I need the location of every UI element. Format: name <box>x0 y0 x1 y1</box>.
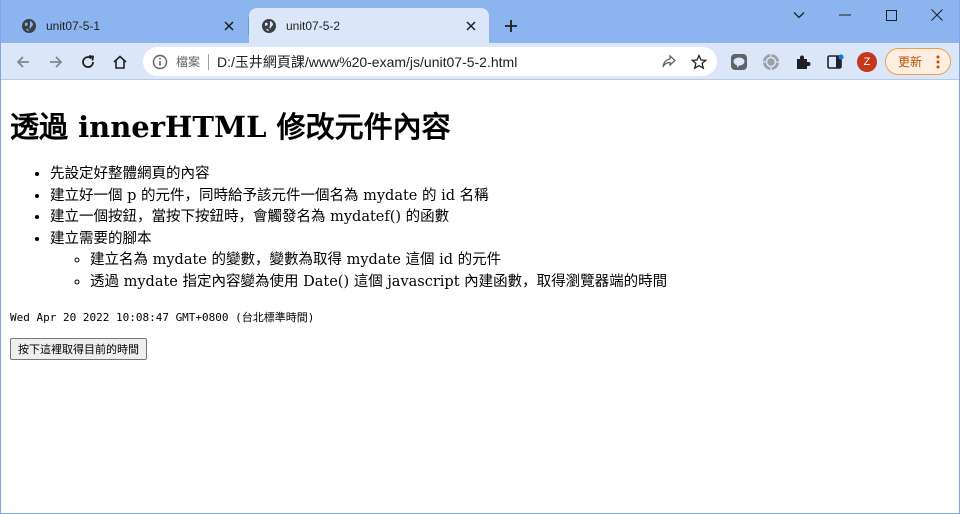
update-label: 更新 <box>898 55 923 69</box>
chevron-down-icon <box>793 12 805 19</box>
security-label: 檔案 <box>176 55 201 69</box>
puzzle-icon[interactable] <box>793 52 813 72</box>
side-panel-icon[interactable] <box>825 52 845 72</box>
forward-button[interactable] <box>44 50 68 74</box>
close-window-button[interactable] <box>914 0 960 30</box>
tab-unit07-5-1[interactable]: unit07-5-1 <box>9 8 247 43</box>
get-time-button[interactable]: 按下這裡取得目前的時間 <box>10 338 147 360</box>
info-icon[interactable] <box>152 54 168 70</box>
reload-button[interactable] <box>76 50 100 74</box>
list-item: 建立名為 mydate 的變數，變數為取得 mydate 這個 id 的元件 <box>90 250 667 272</box>
globe-icon <box>21 18 37 34</box>
close-icon <box>931 9 943 21</box>
page-content: 透過 innerHTML 修改元件內容 先設定好整體網頁的內容 建立好一個 p … <box>1 80 959 513</box>
sub-steps-list: 建立名為 mydate 的變數，變數為取得 mydate 這個 id 的元件 透… <box>50 250 667 293</box>
address-divider <box>208 53 210 70</box>
star-icon[interactable] <box>689 52 709 72</box>
list-item: 建立需要的腳本 建立名為 mydate 的變數，變數為取得 mydate 這個 … <box>50 229 667 294</box>
tab-strip: unit07-5-1 unit07-5-2 <box>1 0 959 43</box>
minimize-button[interactable] <box>822 0 868 30</box>
globe-icon <box>261 18 277 34</box>
back-button[interactable] <box>11 50 35 74</box>
list-item: 建立好一個 p 的元件，同時給予該元件一個名為 mydate 的 id 名稱 <box>50 186 667 208</box>
page-title: 透過 innerHTML 修改元件內容 <box>10 110 451 144</box>
close-icon[interactable] <box>463 18 479 34</box>
forward-arrow-icon <box>50 56 63 68</box>
new-tab-button[interactable] <box>501 16 521 36</box>
grey-extension-icon[interactable] <box>761 52 781 72</box>
date-output: Wed Apr 20 2022 10:08:47 GMT+0800 (台北標準時… <box>10 311 315 324</box>
kebab-menu-icon[interactable] <box>933 55 943 69</box>
list-item: 透過 mydate 指定內容變為使用 Date() 這個 javascript … <box>90 272 667 294</box>
tab-unit07-5-2[interactable]: unit07-5-2 <box>249 8 489 43</box>
update-button[interactable]: 更新 <box>885 48 951 75</box>
list-item-label: 建立需要的腳本 <box>50 230 152 247</box>
toolbar: 檔案 D:/玉井網頁課/www%20-exam/js/unit07-5-2.ht… <box>1 43 959 80</box>
avatar[interactable]: Z <box>857 52 877 72</box>
url-text[interactable]: D:/玉井網頁課/www%20-exam/js/unit07-5-2.html <box>217 52 659 72</box>
back-arrow-icon <box>16 56 29 68</box>
line-extension-icon[interactable] <box>729 52 749 72</box>
reload-icon <box>82 55 95 68</box>
tab-title: unit07-5-2 <box>286 18 341 33</box>
tab-search-button[interactable] <box>776 0 822 30</box>
close-icon[interactable] <box>221 18 237 34</box>
maximize-button[interactable] <box>868 0 914 30</box>
list-item: 建立一個按鈕，當按下按鈕時，會觸發名為 mydatef() 的函數 <box>50 207 667 229</box>
minimize-icon <box>839 14 851 16</box>
address-bar[interactable]: 檔案 D:/玉井網頁課/www%20-exam/js/unit07-5-2.ht… <box>143 47 717 76</box>
maximize-icon <box>885 9 897 21</box>
steps-list: 先設定好整體網頁的內容 建立好一個 p 的元件，同時給予該元件一個名為 myda… <box>10 164 667 293</box>
list-item: 先設定好整體網頁的內容 <box>50 164 667 186</box>
plus-icon <box>505 20 517 32</box>
share-icon[interactable] <box>659 52 679 72</box>
tab-title: unit07-5-1 <box>46 18 101 33</box>
home-icon <box>113 55 127 69</box>
home-button[interactable] <box>108 50 132 74</box>
browser-window: unit07-5-1 unit07-5-2 檔案 D:/玉井網頁課/www%20… <box>0 0 960 514</box>
